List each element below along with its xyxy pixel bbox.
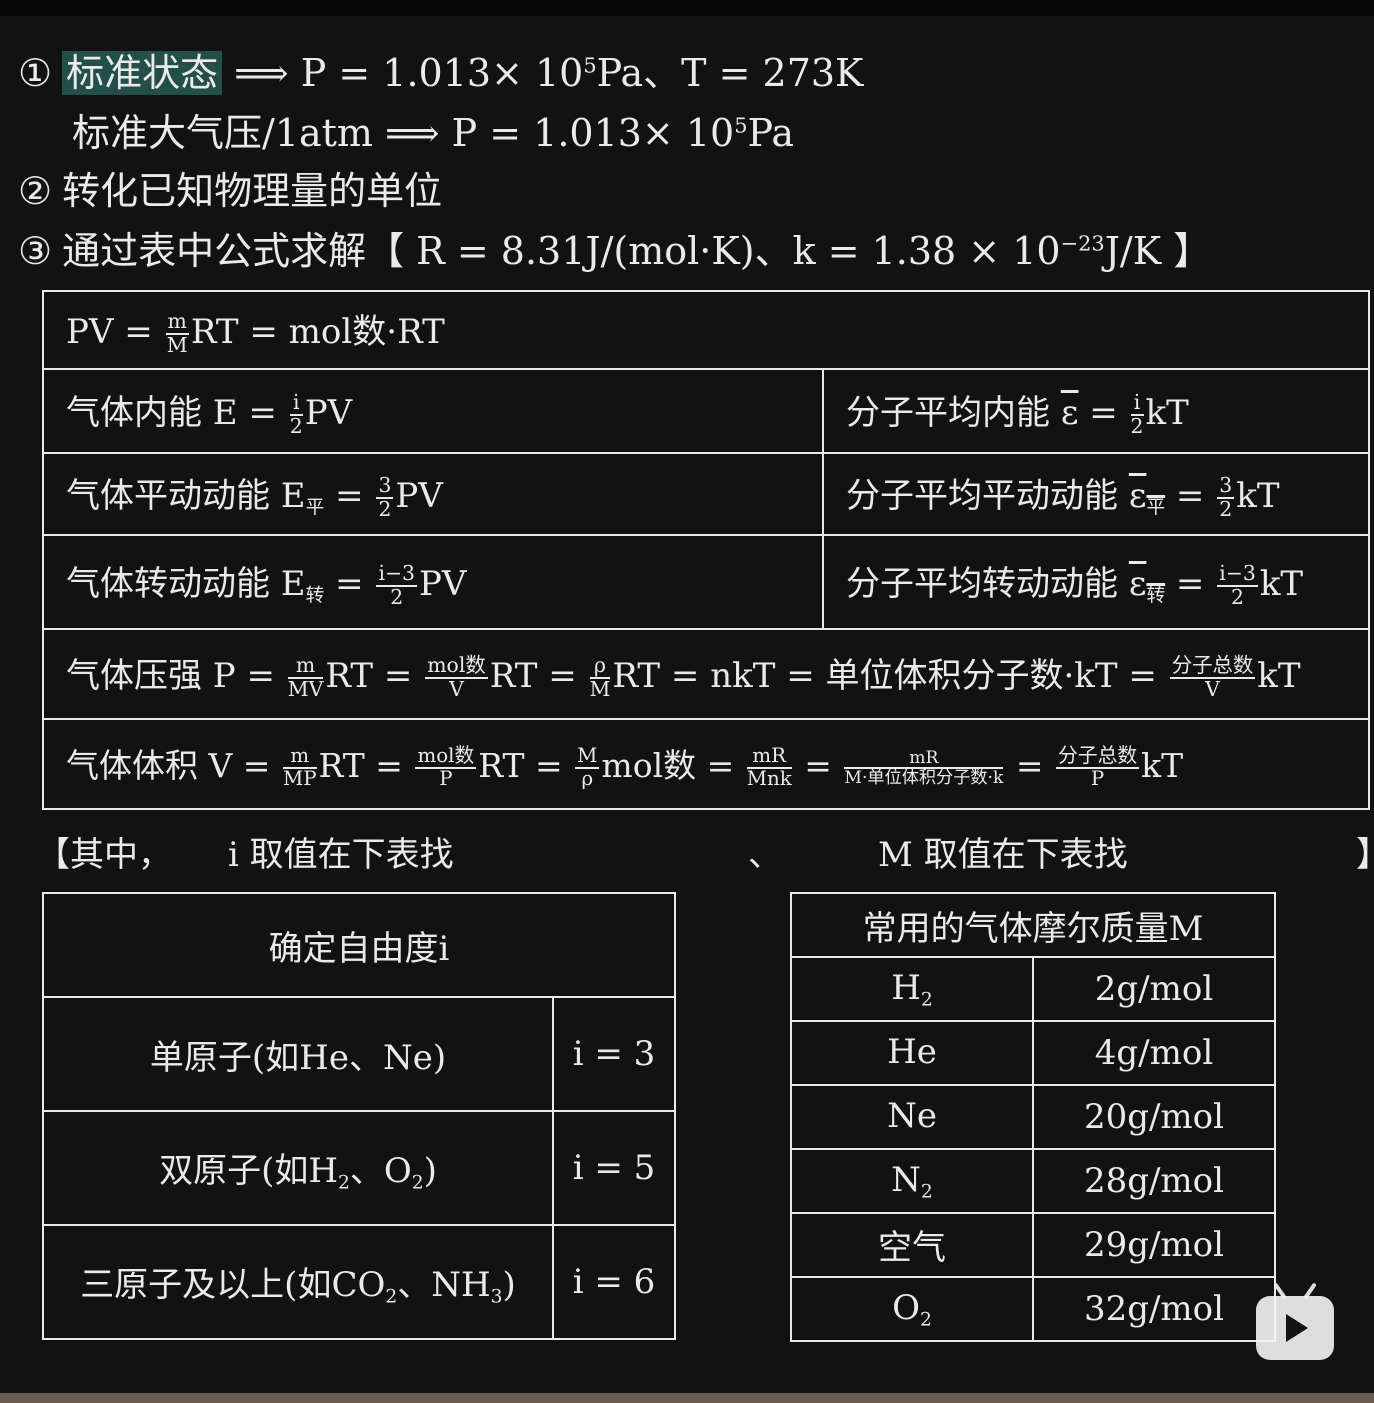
internal-energy-row: 气体内能 E = i 2 PV 分子平均内能 ε = i 2 kT — [42, 368, 1370, 454]
dof-header: 确定自由度i — [42, 892, 676, 998]
table-row: Ne 20g/mol — [790, 1084, 1276, 1150]
top-border — [0, 0, 1374, 16]
standard-state-line: ① 标准状态 ⟹ P = 1.013× 105Pa、T = 273K — [18, 51, 864, 95]
table-row: 空气 29g/mol — [790, 1212, 1276, 1278]
unit-conversion-line: ② 转化已知物理量的单位 — [18, 169, 443, 213]
note-i-text: i 取值在下表找 — [228, 835, 454, 875]
rotational-energy-row: 气体转动动能 E转 = i−3 2 PV 分子平均转动动能 ε转 = i−3 2 kT — [42, 534, 1370, 630]
highlighted-term: 标准状态 — [62, 51, 223, 95]
bottom-border — [0, 1393, 1374, 1403]
volume-row: 气体体积 V = m MP RT = mol数 P RT = Mρ mol数 = mR Mn… — [42, 718, 1370, 810]
pressure-row: 气体压强 P = m MV RT = mol数 V RT = ρ M RT = nkT = … — [42, 628, 1370, 720]
degrees-of-freedom-table: 确定自由度i 单原子(如He、Ne) i = 3 双原子(如H2、O2) i =… — [42, 892, 676, 1340]
step-number-1: ① — [18, 51, 53, 95]
dof-row: 单原子(如He、Ne) i = 3 — [42, 996, 676, 1112]
table-row: N2 28g/mol — [790, 1148, 1276, 1214]
molar-mass-table: 常用的气体摩尔质量M H2 2g/mol He 4g/mol Ne 20g/mol N… — [790, 892, 1276, 1342]
note-separator: 、 — [748, 835, 782, 875]
dof-row: 双原子(如H2、O2) i = 5 — [42, 1110, 676, 1226]
dof-row: 三原子及以上(如CO2、NH3) i = 6 — [42, 1224, 676, 1340]
note-close: 】 — [1356, 838, 1374, 872]
step-number-3: ③ — [18, 229, 53, 273]
bilibili-play-icon[interactable] — [1256, 1282, 1334, 1360]
step-number-2: ② — [18, 169, 53, 213]
table-row: He 4g/mol — [790, 1020, 1276, 1086]
table-row: H2 2g/mol — [790, 956, 1276, 1022]
standard-atm-line: 标准大气压/1atm ⟹ P = 1.013× 105Pa — [72, 111, 795, 155]
molar-mass-header: 常用的气体摩尔质量M — [790, 892, 1276, 958]
note-m-text: M 取值在下表找 — [878, 835, 1128, 875]
table-row: O2 32g/mol — [790, 1276, 1276, 1342]
formula-table: PV = m M RT = mol数·RT 气体内能 E = i 2 PV 分子平均内能… — [42, 290, 1370, 810]
translational-energy-row: 气体平动动能 E平 = 3 2 PV 分子平均平动动能 ε平 = 3 2 kT — [42, 452, 1370, 536]
note-open: 【其中， — [36, 835, 172, 875]
ideal-gas-row: PV = m M RT = mol数·RT — [42, 290, 1370, 370]
formula-solve-line: ③ 通过表中公式求解【 R = 8.31J/(mol·K)、k = 1.38 × … — [18, 229, 1212, 273]
